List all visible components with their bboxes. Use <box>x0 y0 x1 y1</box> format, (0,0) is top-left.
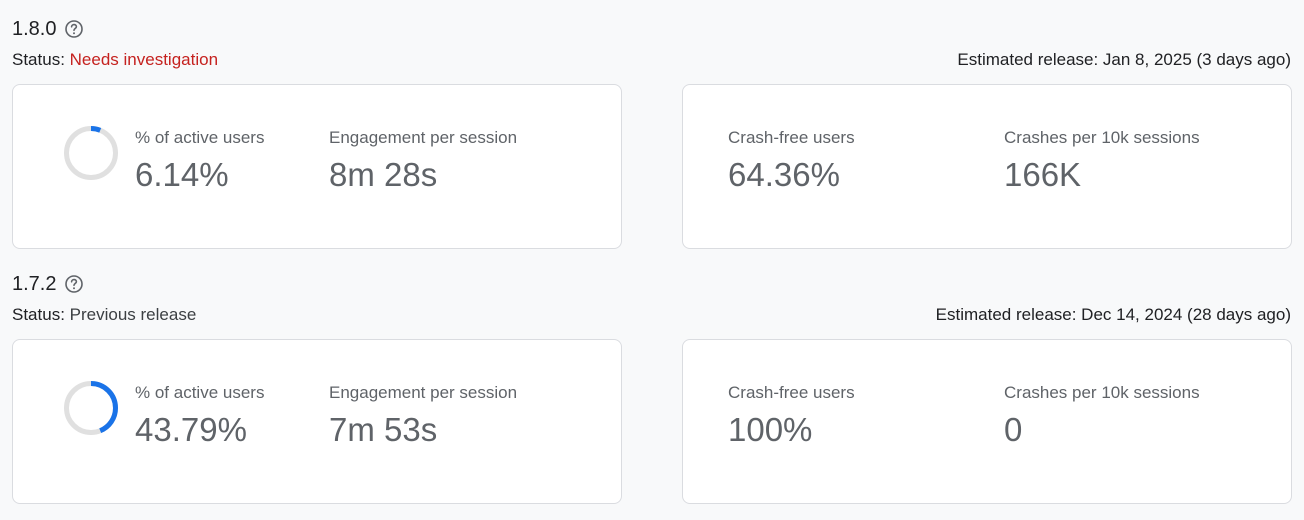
crash-free-label: Crash-free users <box>728 383 855 402</box>
status-label: Status: <box>12 305 65 324</box>
crash-free-value: 100% <box>728 411 813 448</box>
status-line: Status: Needs investigation <box>12 49 218 71</box>
engagement-label: Engagement per session <box>329 383 518 402</box>
crash-free-value: 64.36% <box>728 156 840 193</box>
help-icon[interactable] <box>64 19 84 39</box>
engagement-label: Engagement per session <box>329 128 518 147</box>
active-users-metric: % of active users 6.14% <box>135 127 264 195</box>
active-users-value: 6.14% <box>135 156 229 193</box>
crashes-value: 0 <box>1004 411 1023 448</box>
status-label: Status: <box>12 50 65 69</box>
engagement-value: 7m 53s <box>329 411 438 448</box>
crashes-value: 166K <box>1004 156 1082 193</box>
status-value: Previous release <box>69 305 197 324</box>
version-number: 1.7.2 <box>12 273 57 295</box>
active-users-label: % of active users <box>135 383 265 402</box>
version-header: 1.8.0 <box>12 17 84 41</box>
version-number: 1.8.0 <box>12 18 57 40</box>
engagement-metric: Engagement per session 7m 53s <box>329 382 517 450</box>
stability-card: Crash-free users 100% Crashes per 10k se… <box>682 339 1292 504</box>
crashes-metric: Crashes per 10k sessions 0 <box>1004 382 1200 450</box>
active-users-label: % of active users <box>135 128 265 147</box>
donut-track <box>64 126 118 180</box>
engagement-metric: Engagement per session 8m 28s <box>329 127 517 195</box>
active-users-metric: % of active users 43.79% <box>135 382 264 450</box>
active-users-value: 43.79% <box>135 411 247 448</box>
help-icon[interactable] <box>64 274 84 294</box>
crashes-label: Crashes per 10k sessions <box>1004 383 1200 402</box>
crash-free-metric: Crash-free users 100% <box>728 382 855 450</box>
usage-card: % of active users 43.79% Engagement per … <box>12 339 622 504</box>
stability-card: Crash-free users 64.36% Crashes per 10k … <box>682 84 1292 249</box>
version-header: 1.7.2 <box>12 272 84 296</box>
estimated-release: Estimated release: Jan 8, 2025 (3 days a… <box>957 50 1291 69</box>
status-value: Needs investigation <box>69 50 219 69</box>
active-users-donut <box>64 381 118 435</box>
crashes-metric: Crashes per 10k sessions 166K <box>1004 127 1200 195</box>
usage-card: % of active users 6.14% Engagement per s… <box>12 84 622 249</box>
estimated-release: Estimated release: Dec 14, 2024 (28 days… <box>935 305 1291 324</box>
crash-free-label: Crash-free users <box>728 128 855 147</box>
crash-free-metric: Crash-free users 64.36% <box>728 127 855 195</box>
crashes-label: Crashes per 10k sessions <box>1004 128 1200 147</box>
engagement-value: 8m 28s <box>329 156 438 193</box>
active-users-donut <box>64 126 118 180</box>
status-line: Status: Previous release <box>12 304 196 326</box>
